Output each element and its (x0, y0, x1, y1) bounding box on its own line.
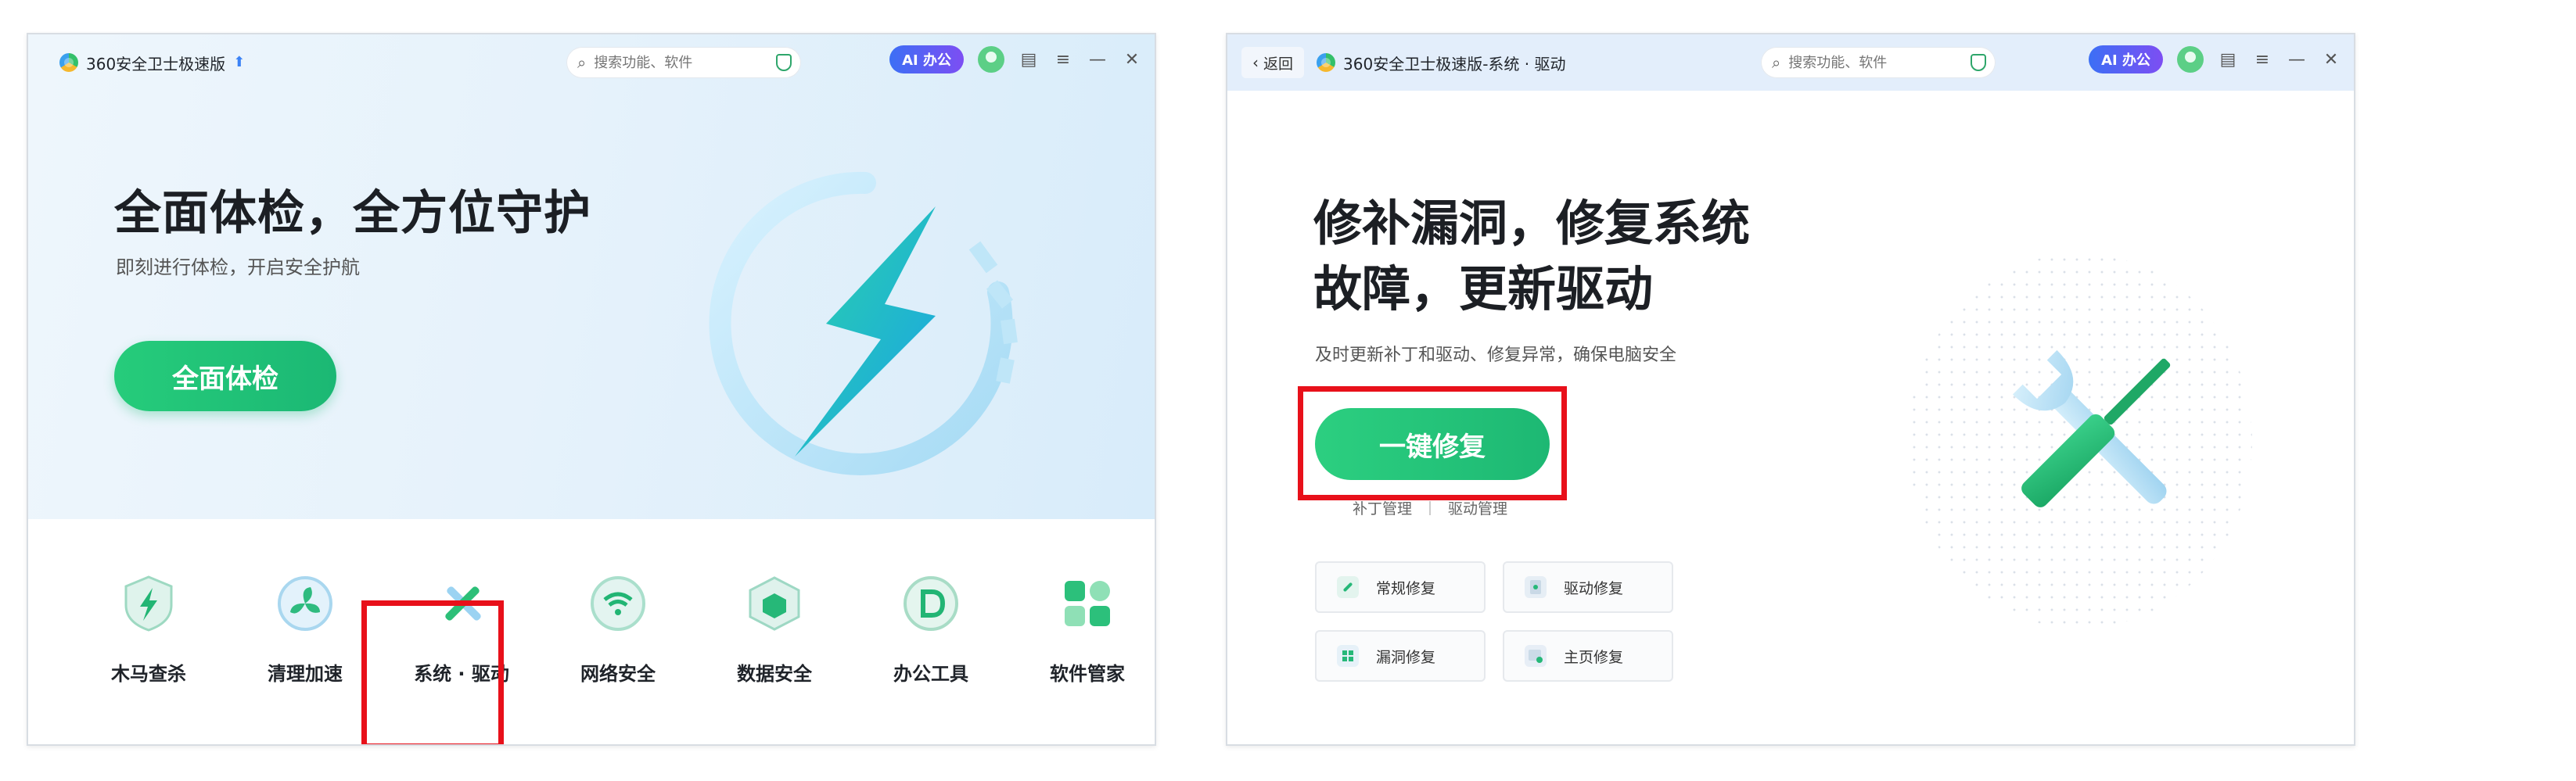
fan-icon (274, 572, 336, 635)
page-subtitle: 及时更新补丁和驱动、修复异常，确保电脑安全 (1315, 346, 1677, 365)
tool-data-security[interactable]: 数据安全 (704, 572, 845, 686)
title-bar: ‹ 返回 360安全卫士极速版-系统 · 驱动 ⌕ AI 办公 ▤ ≡ — ✕ (1227, 34, 2354, 91)
page-title-line1: 修补漏洞，修复系统 (1313, 195, 1751, 252)
menu-icon[interactable]: ≡ (2252, 49, 2272, 70)
apps-grid-icon (1056, 572, 1119, 635)
shield-bolt-icon (117, 572, 180, 635)
wifi-icon (587, 572, 649, 635)
card-driver-fix[interactable]: 驱动修复 (1503, 561, 1673, 613)
search-input[interactable] (1787, 53, 1955, 72)
tool-network-security[interactable]: 网络安全 (548, 572, 688, 686)
upgrade-arrow-icon[interactable]: ⬆ (233, 55, 247, 70)
skin-icon[interactable]: ▤ (1019, 49, 1039, 70)
window-title: 360安全卫士极速版 (86, 54, 226, 73)
highlight-box (1298, 386, 1567, 500)
close-icon[interactable]: ✕ (2321, 49, 2341, 70)
search-icon: ⌕ (577, 53, 587, 72)
ai-office-button[interactable]: AI 办公 (2089, 45, 2163, 73)
avatar[interactable] (978, 46, 1004, 73)
tool-label: 软件管家 (1050, 663, 1125, 685)
app-logo-icon (59, 53, 78, 72)
tool-clean-speedup[interactable]: 清理加速 (235, 572, 375, 686)
tool-label: 网络安全 (580, 663, 656, 685)
driver-management-link[interactable]: 驱动管理 (1448, 497, 1507, 518)
minimize-icon[interactable]: — (1087, 49, 1108, 70)
tool-software-manager[interactable]: 软件管家 (1017, 572, 1155, 686)
tool-office-tools[interactable]: 办公工具 (860, 572, 1001, 686)
divider (1429, 500, 1432, 515)
cube-icon (743, 572, 806, 635)
patch-management-link[interactable]: 补丁管理 (1353, 497, 1412, 518)
back-label: 返回 (1263, 55, 1294, 73)
search-input[interactable] (592, 53, 760, 72)
card-label: 主页修复 (1564, 648, 1624, 666)
tool-label: 办公工具 (893, 663, 968, 685)
title-bar: 360安全卫士极速版 ⬆ ⌕ AI 办公 ▤ ≡ — ✕ (28, 34, 1155, 91)
back-button[interactable]: ‹ 返回 (1241, 47, 1305, 78)
card-label: 漏洞修复 (1376, 648, 1436, 666)
tool-grid: 木马查杀 清理加速 系统 · 驱动 网络安全 数据安全 办公工具 软件管家 (28, 519, 1155, 744)
tool-label: 数据安全 (737, 663, 812, 685)
office-d-icon (900, 572, 962, 635)
hero-subtitle: 即刻进行体检，开启安全护航 (116, 256, 360, 278)
ai-office-button[interactable]: AI 办公 (889, 45, 964, 73)
card-homepage-fix[interactable]: 主页修复 (1503, 630, 1673, 682)
search-icon: ⌕ (1772, 53, 1781, 72)
main-window: 全面体检，全方位守护 即刻进行体检，开启安全护航 全面体检 360安全卫士极速版… (27, 33, 1156, 746)
shield-icon (776, 54, 792, 71)
page-title-line2: 故障，更新驱动 (1313, 260, 1654, 317)
card-label: 驱动修复 (1564, 579, 1624, 597)
card-vulnerability-fix[interactable]: 漏洞修复 (1315, 630, 1486, 682)
search-box[interactable]: ⌕ (566, 47, 801, 78)
card-regular-fix[interactable]: 常规修复 (1315, 561, 1486, 613)
hero-banner: 全面体检，全方位守护 即刻进行体检，开启安全护航 全面体检 (28, 34, 1155, 519)
full-checkup-button[interactable]: 全面体检 (114, 341, 336, 411)
wrench-screwdriver-icon (2012, 349, 2171, 507)
lightning-bolt-icon (709, 171, 1018, 475)
sub-links: 补丁管理 驱动管理 (1353, 497, 1507, 518)
highlight-box (361, 600, 504, 744)
close-icon[interactable]: ✕ (1122, 49, 1142, 70)
wrench-icon (1337, 576, 1359, 598)
hero-title: 全面体检，全方位守护 (114, 186, 591, 241)
card-label: 常规修复 (1376, 579, 1436, 597)
search-box[interactable]: ⌕ (1761, 47, 1996, 78)
tool-label: 清理加速 (268, 663, 343, 685)
skin-icon[interactable]: ▤ (2218, 49, 2238, 70)
homepage-check-icon (1525, 645, 1547, 667)
app-logo-icon (1317, 53, 1336, 72)
shield-icon (1971, 54, 1986, 71)
driver-disk-icon (1525, 576, 1547, 598)
window-title: 360安全卫士极速版-系统 · 驱动 (1343, 54, 1566, 73)
page-title: 修补漏洞，修复系统 故障，更新驱动 (1313, 191, 1798, 322)
tool-trojan-scan[interactable]: 木马查杀 (78, 572, 219, 686)
system-driver-window: ‹ 返回 360安全卫士极速版-系统 · 驱动 ⌕ AI 办公 ▤ ≡ — ✕ … (1226, 33, 2355, 746)
tool-label: 木马查杀 (111, 663, 186, 685)
menu-icon[interactable]: ≡ (1053, 49, 1073, 70)
chevron-left-icon: ‹ (1252, 53, 1259, 72)
avatar[interactable] (2177, 46, 2204, 73)
minimize-icon[interactable]: — (2287, 49, 2307, 70)
windows-grid-icon (1337, 645, 1359, 667)
